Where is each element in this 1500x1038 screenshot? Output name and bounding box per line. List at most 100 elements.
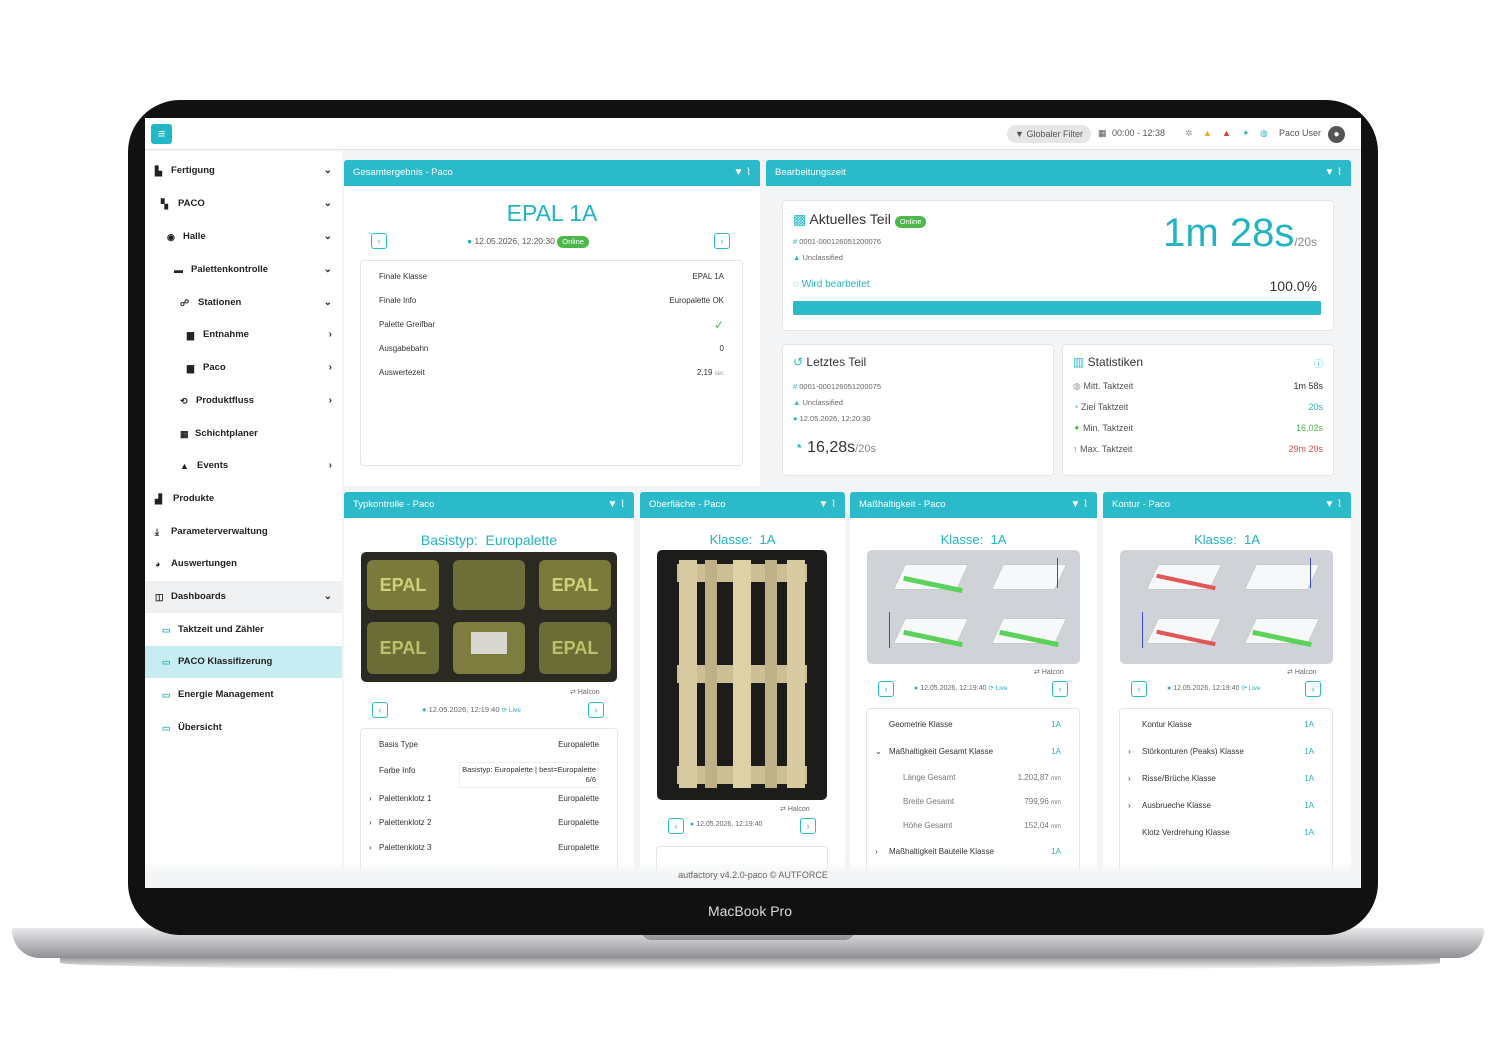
last-part-card: ↺ Letztes Teil # 0001-000126051200075 ▲ … [782, 344, 1054, 476]
image-timestamp: ● 12.05.2026, 12:19:40 ⟳ Live [914, 685, 1008, 692]
dimension-title: Klasse: 1A [940, 532, 1007, 547]
download-icon: ⤓ [155, 527, 159, 537]
gauge-icon: ◍ [1073, 381, 1084, 391]
settings-icon[interactable]: ✲ [1185, 128, 1193, 139]
target-icon: ◔ [1073, 402, 1081, 412]
detail-row[interactable]: › Palettenklotz 1 Europalette [361, 787, 617, 811]
time-range[interactable]: 00:00 - 12:38 [1112, 128, 1165, 138]
next-button[interactable]: › [588, 702, 604, 718]
chevron-down-icon: ⌄ [323, 165, 332, 176]
panel-header: Oberfläche - Paco ▼ ⌇ [640, 492, 845, 518]
chevron-right-icon: › [1128, 774, 1131, 783]
top-bar: ≡ ▼ Globaler Filter ▦ 00:00 - 12:38 ✲ ▲ … [145, 118, 1361, 150]
clock-icon: ● [422, 705, 429, 714]
filter-rss-icon[interactable]: ▼ ⌇ [1324, 492, 1342, 518]
sidebar-item-produktfluss[interactable]: ⟲ Produktfluss › [145, 385, 342, 417]
sidebar-item-paco-klassifizerung[interactable]: ▭ PACO Klassifizerung [145, 646, 342, 678]
minus-icon: ▬ [174, 265, 183, 275]
contour-3d-render [1120, 550, 1333, 664]
sidebar-item-produkte[interactable]: ▟ Produkte [145, 483, 342, 515]
current-part-title: ▩ Aktuelles Teil Online [793, 211, 927, 228]
sidebar-item-dashboards[interactable]: ◫ Dashboards ⌄ [145, 581, 342, 613]
sidebar-item-auswertungen[interactable]: ◕ Auswertungen [145, 548, 342, 580]
panel-header: Maßhaltigkeit - Paco ▼ ⌇ [850, 492, 1097, 518]
current-part-card: ▩ Aktuelles Teil Online # 0001-000126051… [782, 200, 1334, 331]
prev-button[interactable]: ‹ [371, 233, 387, 249]
sidebar-item-entnahme[interactable]: ▆ Entnahme › [145, 319, 342, 351]
last-part-title: ↺ Letztes Teil [793, 355, 867, 369]
panel-title: Maßhaltigkeit - Paco [859, 499, 946, 510]
sidebar-item-schichtplaner[interactable]: ▦ Schichtplaner [145, 418, 342, 450]
globe-icon[interactable]: ◍ [1260, 128, 1268, 139]
spinner-icon: ◌ [793, 279, 802, 290]
filter-rss-icon[interactable]: ▼ ⌇ [818, 492, 836, 518]
info-icon[interactable]: ⓘ [1314, 357, 1323, 370]
detail-row[interactable]: › Maßhaltigkeit Bauteile Klasse 1A [867, 840, 1079, 864]
detail-row[interactable]: › Palettenklotz 2 Europalette [361, 811, 617, 835]
source-label: ⇄ Halcon [780, 806, 810, 813]
monitor-icon: ▭ [162, 690, 171, 700]
stopwatch-icon: ◔ [793, 439, 808, 456]
history-icon: ↺ [793, 355, 807, 369]
prev-button[interactable]: ‹ [1131, 681, 1147, 697]
result-title: EPAL 1A [506, 200, 598, 226]
sidebar-item-fertigung[interactable]: ▙ Fertigung ⌄ [145, 155, 342, 187]
sidebar-item-halle[interactable]: ◉ Halle ⌄ [145, 221, 342, 253]
source-label: ⇄ Halcon [570, 689, 600, 696]
sidebar-item-paco-station[interactable]: ▆ Paco › [145, 352, 342, 384]
chevron-down-icon: ⌄ [323, 198, 332, 209]
detail-row[interactable]: › Störkonturen (Peaks) Klasse 1A [1120, 740, 1332, 764]
sidebar-item-events[interactable]: ▲ Events › [145, 450, 342, 482]
next-button[interactable]: › [714, 233, 730, 249]
sidebar-item-palettenkontrolle[interactable]: ▬ Palettenkontrolle ⌄ [145, 254, 342, 286]
contour-details-card: Kontur Klasse 1A › Störkonturen (Peaks) Kl… [1119, 708, 1333, 888]
sidebar-item-taktzeit[interactable]: ▭ Taktzeit und Zähler [145, 614, 342, 646]
source-label: ⇄ Halcon [1287, 669, 1317, 676]
chevron-right-icon: › [875, 847, 878, 856]
progress-text: 100.0% [1269, 278, 1317, 294]
avatar[interactable]: ● [1328, 126, 1345, 143]
last-part-class: ▲ Unclassified [793, 398, 843, 407]
contour-title: Klasse: 1A [1194, 532, 1260, 547]
prev-button[interactable]: ‹ [668, 818, 684, 834]
sidebar-item-uebersicht[interactable]: ▭ Übersicht [145, 712, 342, 744]
chevron-right-icon: › [328, 460, 332, 471]
filter-rss-icon[interactable]: ▼ ⌇ [733, 160, 751, 186]
detail-row[interactable]: › Ausbrueche Klasse 1A [1120, 794, 1332, 818]
type-title: Basistyp: Europalette [420, 532, 558, 548]
prev-button[interactable]: ‹ [372, 702, 388, 718]
detail-row: Klotz Verdrehung Klasse 1A [1142, 828, 1314, 837]
detail-row: Ausgabebahn 0 [379, 344, 724, 353]
error-icon[interactable]: ▲ [1222, 128, 1231, 138]
pin-icon[interactable]: ✦ [1242, 128, 1250, 139]
sidebar-item-energie-management[interactable]: ▭ Energie Management [145, 679, 342, 711]
menu-toggle-button[interactable]: ≡ [151, 124, 172, 144]
detail-row[interactable]: › Risse/Brüche Klasse 1A [1120, 767, 1332, 791]
global-filter-button[interactable]: ▼ Globaler Filter [1007, 125, 1091, 143]
panel-title: Kontur - Paco [1112, 499, 1171, 510]
filter-rss-icon[interactable]: ▼ ⌇ [1324, 160, 1342, 186]
sidebar-item-stationen[interactable]: ☍ Stationen ⌄ [145, 287, 342, 319]
next-button[interactable]: › [1052, 681, 1068, 697]
next-button[interactable]: › [800, 818, 816, 834]
chevron-down-icon: ⌄ [323, 297, 332, 308]
user-name[interactable]: Paco User [1279, 128, 1321, 138]
chevron-right-icon: › [369, 794, 372, 803]
status-badge: Online [557, 236, 589, 248]
sidebar-item-parameterverwaltung[interactable]: ⤓ Parameterverwaltung [145, 516, 342, 548]
panel-header: Typkontrolle - Paco ▼ ⌇ [344, 492, 634, 518]
sidebar-item-paco[interactable]: ▚ PACO ⌄ [145, 188, 342, 220]
detail-row[interactable]: › Palettenklotz 3 Europalette [361, 836, 617, 860]
result-timestamp: ● 12.05.2026, 12:20:30 Online [467, 236, 589, 248]
factory-icon: ▙ [155, 166, 162, 176]
dimension-3d-render [867, 550, 1080, 664]
detail-row[interactable]: ⌄ Maßhaltigkeit Gesamt Klasse 1A [867, 740, 1079, 764]
next-button[interactable]: › [1305, 681, 1321, 697]
dimension-details-card: Geometrie Klasse 1A ⌄ Maßhaltigkeit Gesamt… [866, 708, 1080, 888]
filter-rss-icon[interactable]: ▼ ⌇ [607, 492, 625, 518]
filter-rss-icon[interactable]: ▼ ⌇ [1070, 492, 1088, 518]
prev-button[interactable]: ‹ [878, 681, 894, 697]
masshaltigkeit-panel: Maßhaltigkeit - Paco ▼ ⌇ Klasse: 1A ⇄ Hal… [850, 492, 1097, 888]
clock-icon: ● [467, 236, 475, 246]
warning-icon[interactable]: ▲ [1203, 128, 1212, 138]
